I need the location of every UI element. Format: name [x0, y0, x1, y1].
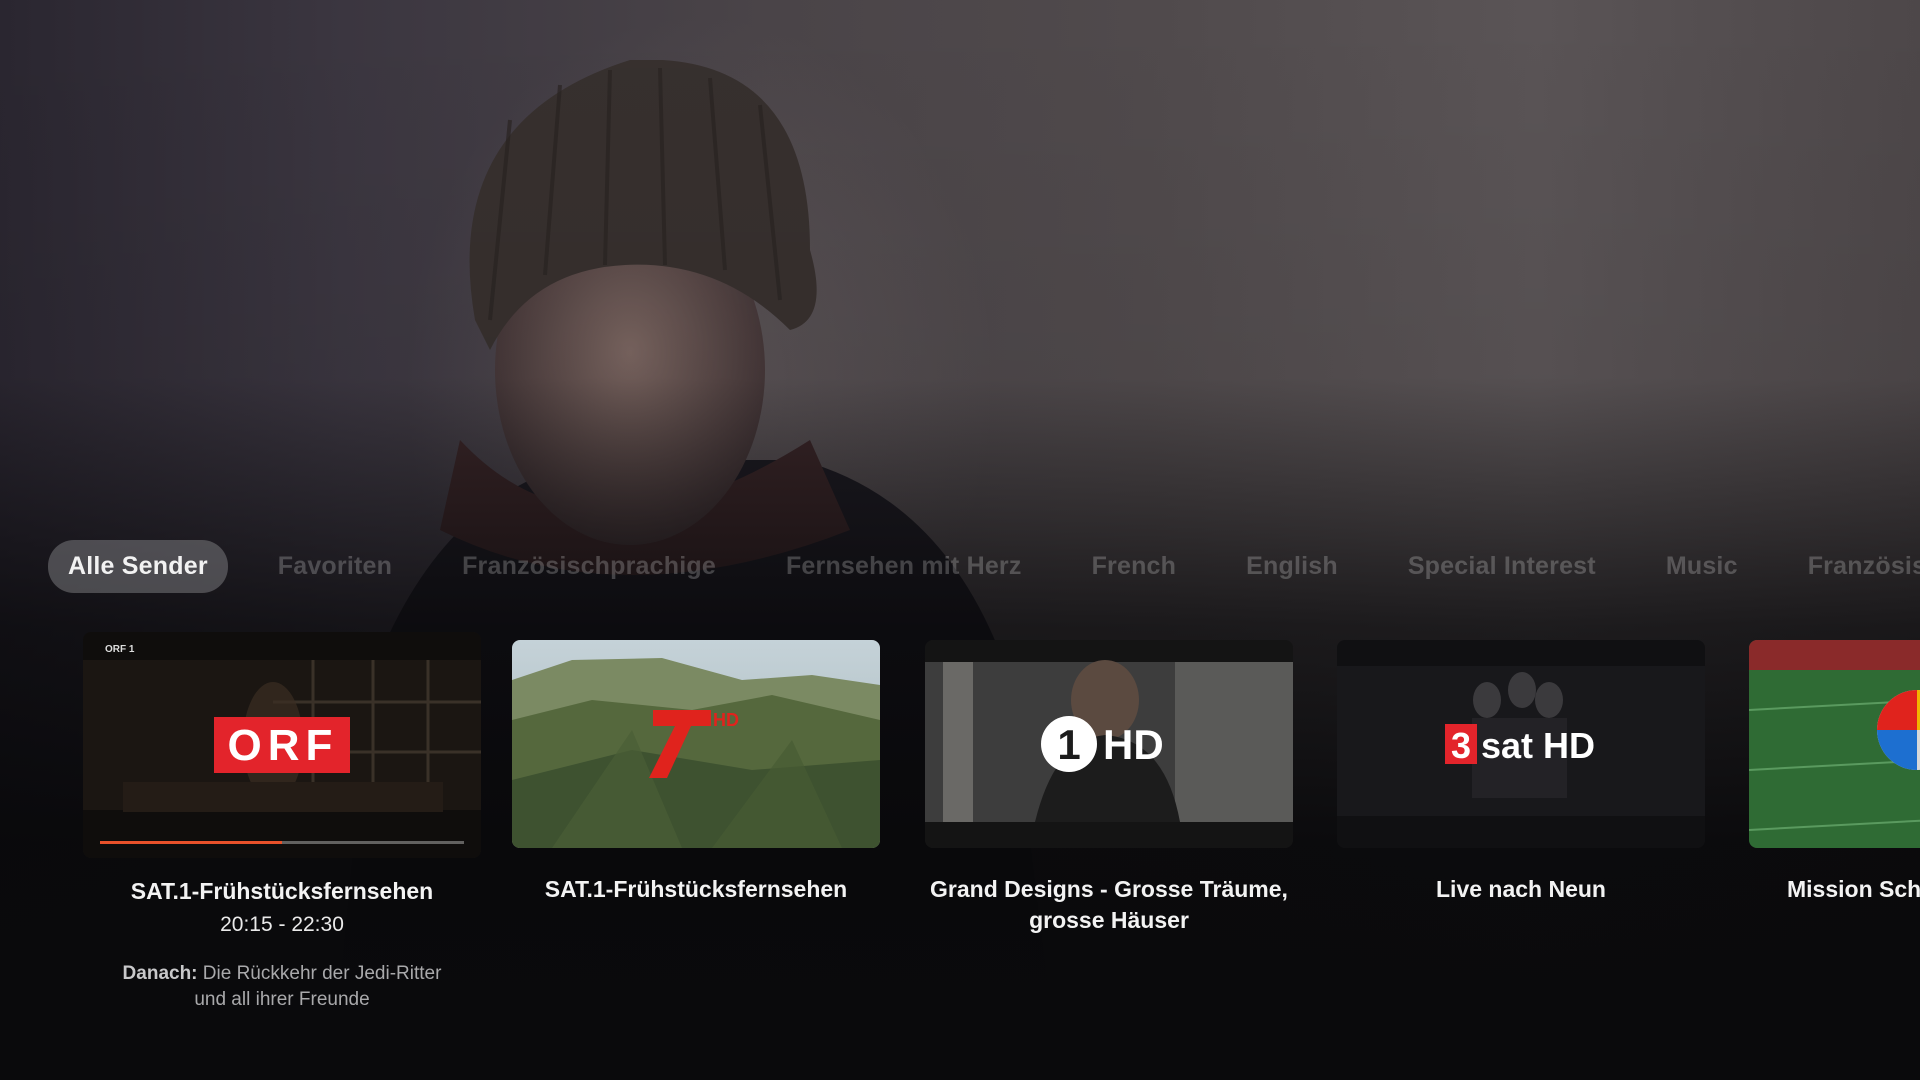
channel-thumbnail[interactable]: HD: [512, 640, 880, 848]
prosieben-hd-label: HD: [713, 710, 739, 730]
tab-franzoesischprach[interactable]: Französischprach: [1788, 540, 1920, 593]
channel-logo-wrap: ORF: [83, 632, 481, 858]
channel-preview-image: [1749, 640, 1920, 848]
program-title: Mission Sch: [1787, 876, 1920, 902]
orf-logo: ORF: [213, 717, 351, 773]
prosieben-logo-icon: HD: [649, 710, 739, 778]
program-time: 20:15 - 22:30: [220, 913, 344, 936]
channel-card-prosieben[interactable]: HD SAT.1-Frühstücksfernsehen: [512, 630, 880, 905]
tv-guide-screen: Alle Sender Favoriten Französischprachig…: [0, 0, 1920, 1080]
tab-fernsehen-mit-herz[interactable]: Fernsehen mit Herz: [766, 540, 1042, 593]
next-program-title: Die Rückkehr der Jedi-Ritter und all ihr…: [194, 963, 442, 1010]
next-label: Danach:: [122, 963, 198, 984]
channel-logo-wrap: 1 HD: [925, 640, 1293, 848]
program-title: SAT.1-Frühstücksfernsehen: [544, 876, 848, 902]
program-title: Grand Designs - Grosse Träume, grosse Hä…: [930, 876, 1288, 933]
svg-text:HD: HD: [1103, 721, 1164, 768]
tab-favoriten[interactable]: Favoriten: [258, 540, 412, 593]
tab-english[interactable]: English: [1226, 540, 1358, 593]
next-program: Danach: Die Rückkehr der Jedi-Ritter und…: [98, 961, 466, 1013]
tab-alle-sender[interactable]: Alle Sender: [48, 540, 228, 593]
channel-thumbnail[interactable]: 1 HD: [925, 640, 1293, 848]
program-title: SAT.1-Frühstücksfernsehen: [130, 878, 434, 904]
tab-french[interactable]: French: [1072, 540, 1197, 593]
channel-logo-wrap: HD: [512, 640, 880, 848]
svg-text:1: 1: [1057, 721, 1080, 768]
tab-franzoesischprachige[interactable]: Französischprachige: [442, 540, 736, 593]
category-tabs: Alle Sender Favoriten Französischprachig…: [48, 540, 1920, 593]
channel-thumbnail[interactable]: [1749, 640, 1920, 848]
svg-text:3: 3: [1451, 725, 1471, 766]
program-title: Live nach Neun: [1436, 876, 1606, 902]
channel-card-orf[interactable]: ORF 1 ORF SAT.1-Frühstücksfernsehen 20:1…: [83, 630, 481, 1013]
channel-card-das-erste[interactable]: 1 HD Grand Designs - Grosse Träume, gros…: [925, 630, 1293, 936]
progress-fill: [100, 841, 282, 844]
channel-thumbnail[interactable]: ORF 1 ORF: [83, 632, 481, 858]
channel-logo-wrap: 3 sat HD: [1337, 640, 1705, 848]
channel-card-3sat[interactable]: 3 sat HD Live nach Neun: [1337, 630, 1705, 905]
tab-music[interactable]: Music: [1646, 540, 1758, 593]
3sat-logo-icon: 3 sat HD: [1445, 724, 1595, 766]
channel-row: ORF 1 ORF SAT.1-Frühstücksfernsehen 20:1…: [0, 630, 1920, 1050]
channel-thumbnail[interactable]: 3 sat HD: [1337, 640, 1705, 848]
tab-special-interest[interactable]: Special Interest: [1388, 540, 1616, 593]
svg-text:sat HD: sat HD: [1481, 725, 1595, 766]
channel-card-sat1[interactable]: Mission Sch: [1749, 630, 1920, 905]
progress-bar: [100, 841, 464, 844]
das-erste-logo-icon: 1 HD: [1041, 716, 1164, 772]
